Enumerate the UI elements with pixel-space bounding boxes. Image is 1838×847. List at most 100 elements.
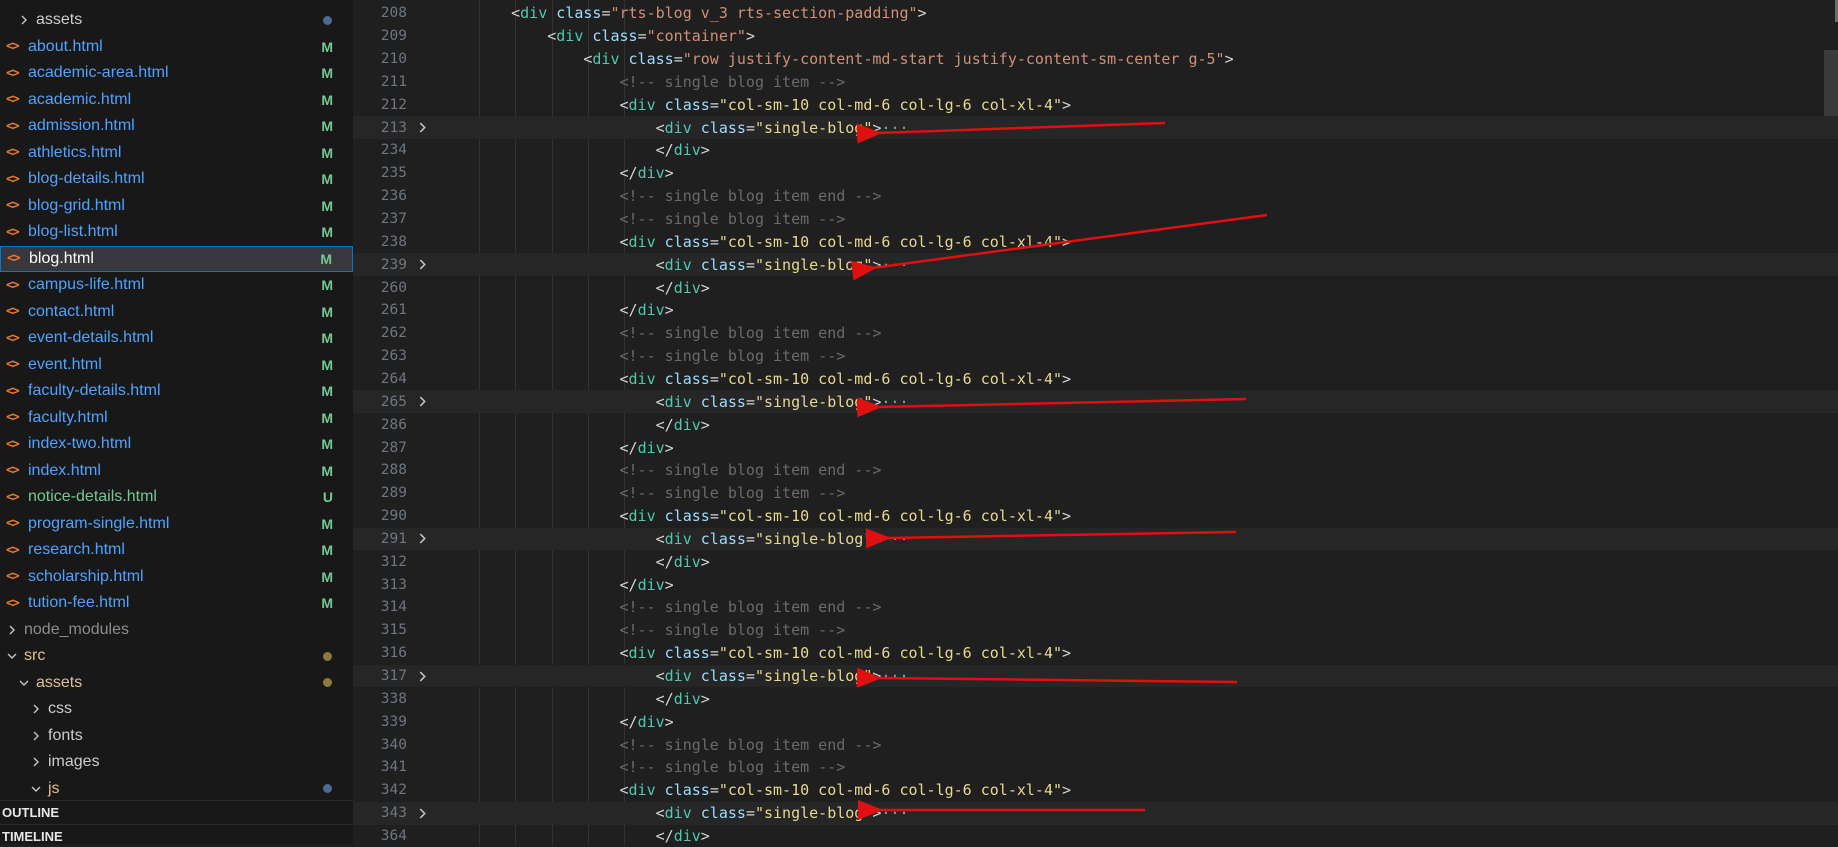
- chevron-down-icon[interactable]: [6, 650, 18, 662]
- fold-chevron-icon[interactable]: [407, 671, 437, 682]
- file-blog[interactable]: <> blog.html M: [0, 245, 353, 272]
- code-line[interactable]: 287 </div>: [353, 436, 1838, 459]
- code-line[interactable]: 316 <div class="col-sm-10 col-md-6 col-l…: [353, 642, 1838, 665]
- folder-node_modules[interactable]: node_modules: [0, 617, 353, 643]
- code-line[interactable]: 208 <div class="rts-blog v_3 rts-section…: [353, 2, 1838, 25]
- file-academic-area[interactable]: <> academic-area.html M: [0, 60, 353, 86]
- code-line[interactable]: 213 <div class="single-blog">···: [353, 116, 1838, 140]
- code-line[interactable]: 342 <div class="col-sm-10 col-md-6 col-l…: [353, 779, 1838, 802]
- code-line[interactable]: 291 <div class="single-blog">···: [353, 527, 1838, 551]
- folded-ellipsis[interactable]: ···: [881, 393, 908, 411]
- code-line[interactable]: 286 </div>: [353, 413, 1838, 436]
- file-index-two[interactable]: <> index-two.html M: [0, 431, 353, 457]
- file-athletics[interactable]: <> athletics.html M: [0, 140, 353, 166]
- file-index[interactable]: <> index.html M: [0, 458, 353, 484]
- folder-assets[interactable]: assets: [0, 670, 353, 696]
- file-tution-fee[interactable]: <> tution-fee.html M: [0, 590, 353, 616]
- code-line[interactable]: 290 <div class="col-sm-10 col-md-6 col-l…: [353, 505, 1838, 528]
- fold-chevron-icon[interactable]: [407, 396, 437, 407]
- chevron-down-icon[interactable]: [30, 783, 42, 795]
- folder-images[interactable]: images: [0, 749, 353, 775]
- file-admission[interactable]: <> admission.html M: [0, 113, 353, 139]
- code-line[interactable]: 236 <!-- single blog item end -->: [353, 185, 1838, 208]
- code-line[interactable]: 261 </div>: [353, 299, 1838, 322]
- folded-ellipsis[interactable]: ···: [881, 804, 908, 822]
- code-line[interactable]: 341 <!-- single blog item -->: [353, 756, 1838, 779]
- folder-css[interactable]: css: [0, 696, 353, 722]
- folder-fonts[interactable]: fonts: [0, 723, 353, 749]
- code-line[interactable]: 238 <div class="col-sm-10 col-md-6 col-l…: [353, 231, 1838, 254]
- code-line[interactable]: 263 <!-- single blog item -->: [353, 345, 1838, 368]
- code-text: </div>: [475, 553, 710, 571]
- folder-src[interactable]: src: [0, 643, 353, 669]
- code-line[interactable]: 234 </div>: [353, 139, 1838, 162]
- line-number: 235: [380, 165, 407, 182]
- file-blog-details[interactable]: <> blog-details.html M: [0, 166, 353, 192]
- folded-ellipsis[interactable]: ···: [881, 530, 908, 548]
- tree-item-label: blog-list.html: [28, 223, 118, 240]
- file-academic[interactable]: <> academic.html M: [0, 87, 353, 113]
- folded-ellipsis[interactable]: ···: [881, 667, 908, 685]
- code-line[interactable]: 313 </div>: [353, 573, 1838, 596]
- file-program-single[interactable]: <> program-single.html M: [0, 511, 353, 537]
- code-line[interactable]: 260 </div>: [353, 276, 1838, 299]
- code-line[interactable]: 265 <div class="single-blog">···: [353, 390, 1838, 414]
- code-line[interactable]: 262 <!-- single blog item end -->: [353, 322, 1838, 345]
- folded-ellipsis[interactable]: ···: [881, 256, 908, 274]
- code-line[interactable]: 288 <!-- single blog item end -->: [353, 459, 1838, 482]
- code-editor[interactable]: 208 <div class="rts-blog v_3 rts-section…: [353, 0, 1838, 845]
- chevron-down-icon[interactable]: [18, 677, 30, 689]
- file-event-details[interactable]: <> event-details.html M: [0, 325, 353, 351]
- file-event[interactable]: <> event.html M: [0, 352, 353, 378]
- file-blog-grid[interactable]: <> blog-grid.html M: [0, 193, 353, 219]
- fold-chevron-icon[interactable]: [407, 808, 437, 819]
- file-campus-life[interactable]: <> campus-life.html M: [0, 272, 353, 298]
- fold-chevron-icon[interactable]: [407, 533, 437, 544]
- code-text: <div class="single-blog">···: [475, 530, 909, 548]
- tree-item-label: blog-details.html: [28, 170, 145, 187]
- code-line[interactable]: 315 <!-- single blog item -->: [353, 619, 1838, 642]
- git-status-badge: M: [321, 383, 333, 399]
- file-notice-details[interactable]: <> notice-details.html U: [0, 484, 353, 510]
- folded-ellipsis[interactable]: ···: [881, 119, 908, 137]
- code-line[interactable]: 264 <div class="col-sm-10 col-md-6 col-l…: [353, 368, 1838, 391]
- chevron-right-icon[interactable]: [18, 14, 30, 26]
- file-about[interactable]: <> about.html M: [0, 34, 353, 60]
- section-timeline[interactable]: TIMELINE: [0, 824, 353, 844]
- tree-item-label: campus-life.html: [28, 276, 145, 293]
- code-line[interactable]: 289 <!-- single blog item -->: [353, 482, 1838, 505]
- code-line[interactable]: 343 <div class="single-blog">···: [353, 801, 1838, 825]
- code-line[interactable]: 237 <!-- single blog item -->: [353, 208, 1838, 231]
- git-status-badge: M: [321, 277, 333, 293]
- code-line[interactable]: 210 <div class="row justify-content-md-s…: [353, 48, 1838, 71]
- code-line[interactable]: 212 <div class="col-sm-10 col-md-6 col-l…: [353, 93, 1838, 116]
- code-line[interactable]: 338 </div>: [353, 688, 1838, 711]
- chevron-right-icon[interactable]: [6, 624, 18, 636]
- code-line[interactable]: 340 <!-- single blog item end -->: [353, 733, 1838, 756]
- section-outline[interactable]: OUTLINE: [0, 800, 353, 824]
- code-line[interactable]: 339 </div>: [353, 710, 1838, 733]
- code-line[interactable]: 209 <div class="container">: [353, 25, 1838, 48]
- code-line[interactable]: 312 </div>: [353, 550, 1838, 573]
- chevron-right-icon[interactable]: [30, 756, 42, 768]
- file-faculty[interactable]: <> faculty.html M: [0, 405, 353, 431]
- fold-chevron-icon[interactable]: [407, 122, 437, 133]
- chevron-right-icon[interactable]: [30, 730, 42, 742]
- folder-assets[interactable]: assets: [0, 7, 353, 33]
- file-contact[interactable]: <> contact.html M: [0, 299, 353, 325]
- file-research[interactable]: <> research.html M: [0, 537, 353, 563]
- code-line[interactable]: 239 <div class="single-blog">···: [353, 253, 1838, 277]
- code-line[interactable]: 235 </div>: [353, 162, 1838, 185]
- code-line[interactable]: 314 <!-- single blog item end -->: [353, 596, 1838, 619]
- html-file-icon: <>: [6, 516, 20, 531]
- code-line[interactable]: 211 <!-- single blog item -->: [353, 71, 1838, 94]
- fold-chevron-icon[interactable]: [407, 259, 437, 270]
- folder-js[interactable]: js: [0, 776, 353, 802]
- chevron-right-icon[interactable]: [30, 703, 42, 715]
- file-scholarship[interactable]: <> scholarship.html M: [0, 564, 353, 590]
- code-line[interactable]: 317 <div class="single-blog">···: [353, 664, 1838, 688]
- file-faculty-details[interactable]: <> faculty-details.html M: [0, 378, 353, 404]
- file-blog-list[interactable]: <> blog-list.html M: [0, 219, 353, 245]
